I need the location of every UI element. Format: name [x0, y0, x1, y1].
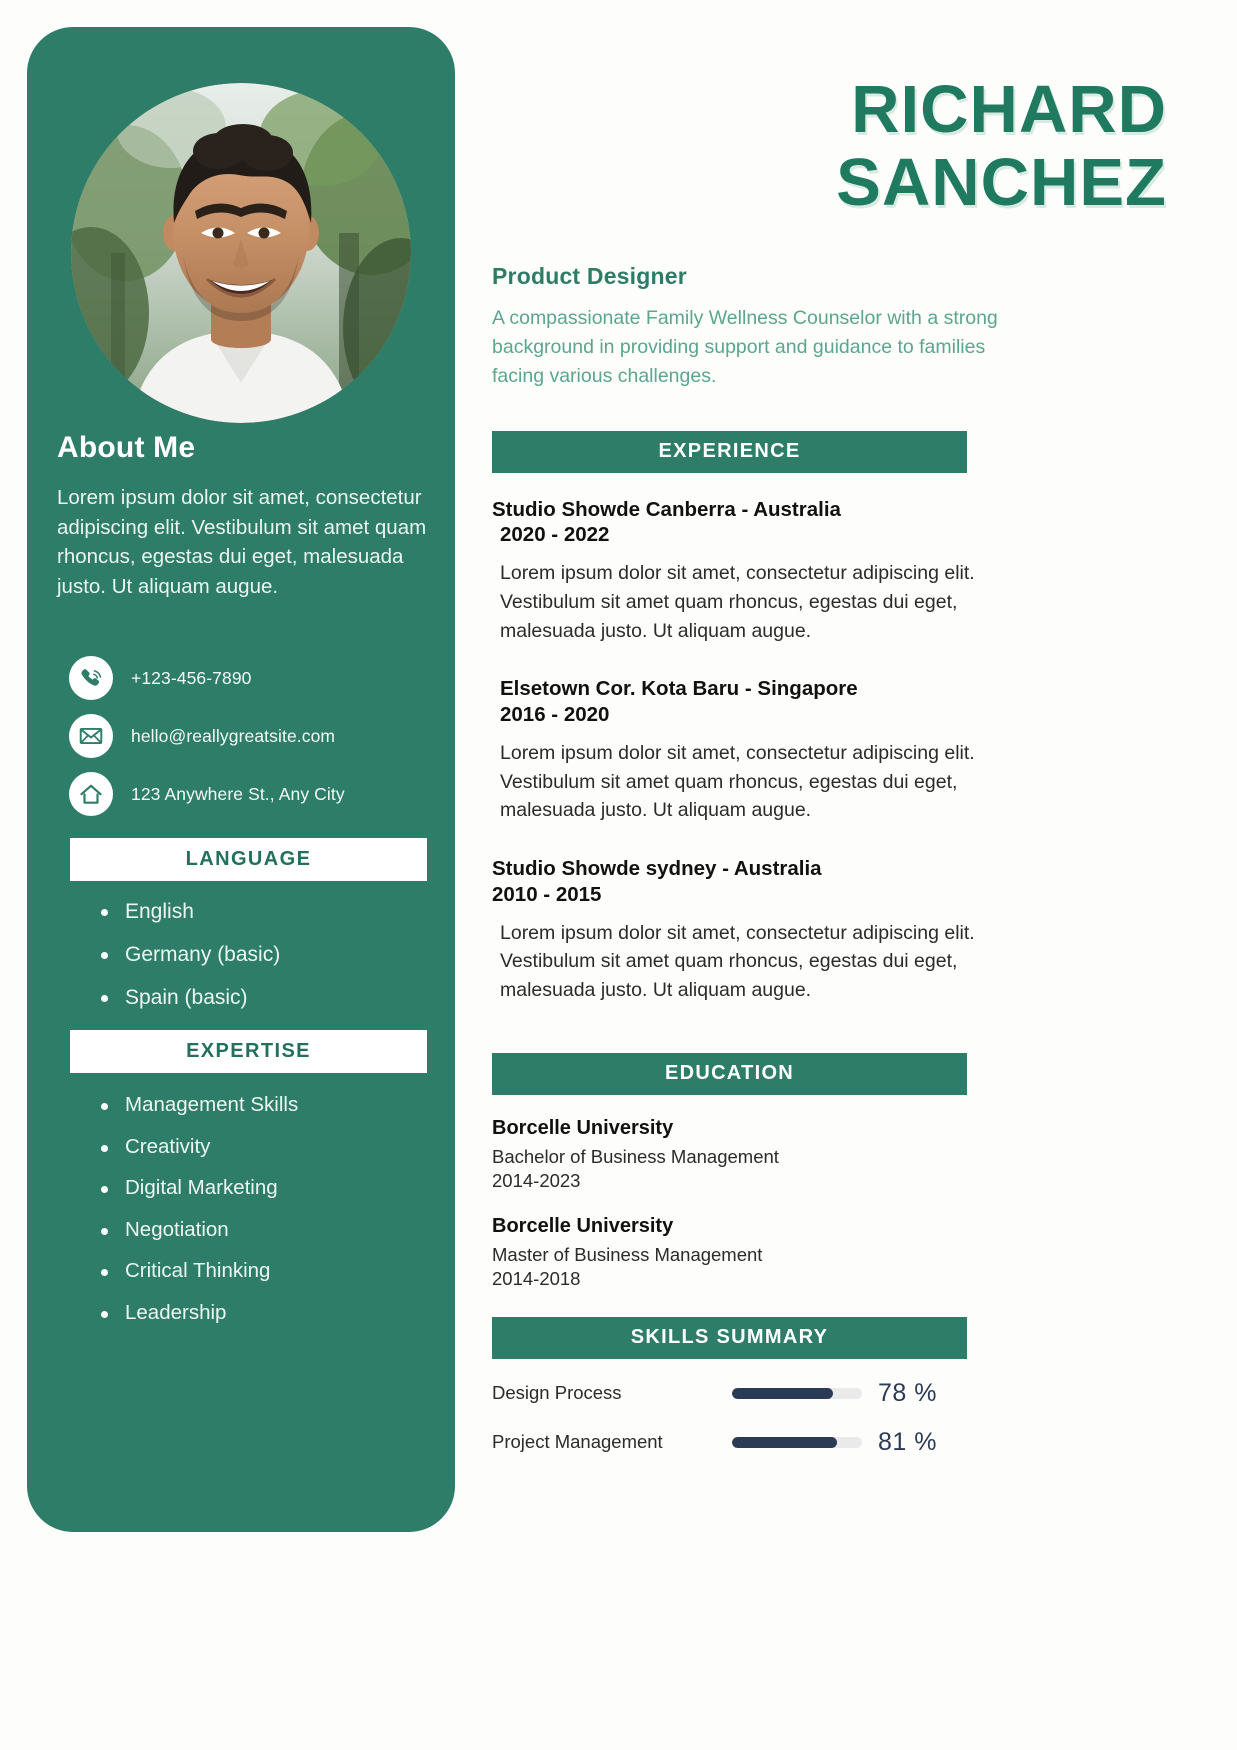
phone-icon — [69, 656, 113, 701]
experience-dates: 2020 - 2022 — [500, 523, 610, 547]
skill-label: Design Process — [492, 1382, 622, 1404]
main-column: RICHARD SANCHEZ Product Designer A compa… — [492, 0, 1192, 1457]
experience-item: Studio Showde Canberra - Australia 2020 … — [492, 496, 1192, 646]
education-school: Borcelle University — [492, 1116, 674, 1139]
email-icon — [69, 714, 113, 759]
page-title: RICHARD SANCHEZ — [492, 76, 1192, 216]
education-years: 2014-2018 — [492, 1267, 581, 1289]
skills-heading: SKILLS SUMMARY — [630, 1326, 829, 1349]
job-role: Product Designer — [492, 263, 687, 289]
education-item: Borcelle University Bachelor of Business… — [492, 1117, 1192, 1193]
experience-description: Lorem ipsum dolor sit amet, consectetur … — [500, 921, 975, 1001]
skill-label: Project Management — [492, 1431, 663, 1453]
contact-value-address: 123 Anywhere St., Any City — [131, 783, 345, 804]
experience-title: Studio Showde Canberra - Australia — [492, 497, 841, 521]
experience-description: Lorem ipsum dolor sit amet, consectetur … — [500, 562, 975, 642]
sidebar-content: About Me Lorem ipsum dolor sit amet, con… — [27, 431, 455, 1344]
sidebar: About Me Lorem ipsum dolor sit amet, con… — [27, 27, 455, 1532]
experience-title: Elsetown Cor. Kota Baru - Singapore — [500, 677, 858, 701]
expertise-heading: EXPERTISE — [186, 1040, 311, 1063]
skill-progress-fill — [732, 1436, 838, 1448]
list-item: Management Skills — [97, 1095, 455, 1116]
list-item: Germany (basic) — [97, 944, 455, 965]
list-item: English — [97, 901, 455, 922]
skill-row: Project Management 81 % — [492, 1428, 1192, 1457]
education-degree: Master of Business Management — [492, 1243, 763, 1265]
about-me-heading: About Me — [57, 431, 196, 464]
list-item: Negotiation — [97, 1219, 455, 1241]
profile-photo — [71, 83, 411, 423]
language-list: English Germany (basic) Spain (basic) — [97, 901, 455, 1008]
contact-value-phone: +123-456-7890 — [131, 667, 252, 688]
contact-row-email[interactable]: hello@reallygreatsite.com — [69, 714, 455, 759]
education-section-banner: EDUCATION — [492, 1052, 967, 1095]
profile-summary: A compassionate Family Wellness Counselo… — [492, 307, 998, 387]
expertise-list: Management Skills Creativity Digital Mar… — [97, 1095, 455, 1323]
experience-dates: 2016 - 2020 — [500, 702, 610, 726]
experience-dates: 2010 - 2015 — [492, 882, 602, 906]
skill-percent: 78 % — [878, 1378, 937, 1407]
contact-list: +123-456-7890 hello@reallygreatsite.com — [69, 656, 455, 817]
education-heading: EDUCATION — [664, 1062, 795, 1084]
about-me-text: Lorem ipsum dolor sit amet, consectetur … — [57, 486, 427, 598]
education-item: Borcelle University Master of Business M… — [492, 1215, 1192, 1291]
list-item: Spain (basic) — [97, 987, 455, 1008]
first-name: RICHARD — [851, 72, 1167, 147]
contact-row-address[interactable]: 123 Anywhere St., Any City — [69, 772, 455, 817]
experience-title: Studio Showde sydney - Australia — [492, 856, 822, 880]
experience-item: Elsetown Cor. Kota Baru - Singapore 2016… — [492, 675, 1192, 825]
education-degree: Bachelor of Business Management — [492, 1145, 779, 1167]
resume-page: About Me Lorem ipsum dolor sit amet, con… — [0, 0, 1237, 1750]
skill-percent: 81 % — [878, 1427, 937, 1456]
experience-description: Lorem ipsum dolor sit amet, consectetur … — [500, 741, 975, 822]
skills-section-banner: SKILLS SUMMARY — [492, 1316, 967, 1359]
experience-item: Studio Showde sydney - Australia 2010 - … — [492, 855, 1192, 1005]
list-item: Creativity — [97, 1136, 455, 1158]
list-item: Leadership — [97, 1302, 455, 1324]
home-icon — [69, 772, 113, 817]
skill-progress-fill — [732, 1387, 834, 1399]
list-item: Critical Thinking — [97, 1261, 455, 1282]
language-heading: LANGUAGE — [185, 848, 312, 871]
experience-section-banner: EXPERIENCE — [492, 430, 967, 473]
language-section-banner: LANGUAGE — [70, 838, 427, 882]
list-item: Digital Marketing — [97, 1178, 455, 1199]
skills-list: Design Process 78 % Project Management 8… — [492, 1379, 1192, 1457]
last-name: SANCHEZ — [836, 145, 1167, 220]
education-school: Borcelle University — [492, 1214, 674, 1237]
expertise-section-banner: EXPERTISE — [70, 1030, 427, 1074]
skill-progress-track — [732, 1436, 862, 1448]
experience-heading: EXPERIENCE — [658, 440, 801, 463]
contact-value-email: hello@reallygreatsite.com — [131, 725, 336, 746]
contact-row-phone[interactable]: +123-456-7890 — [69, 656, 455, 701]
education-years: 2014-2023 — [492, 1169, 581, 1191]
skill-row: Design Process 78 % — [492, 1379, 1192, 1408]
skill-progress-track — [732, 1387, 862, 1399]
